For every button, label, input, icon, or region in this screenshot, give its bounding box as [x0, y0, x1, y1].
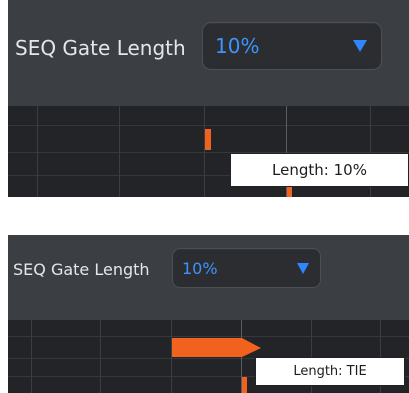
triangle-down-icon[interactable] — [297, 263, 309, 274]
seq-gate-length-panel-tie: SEQ Gate Length 10% Length: TIE — [8, 235, 409, 393]
seq-gate-length-label: SEQ Gate Length — [15, 36, 186, 60]
tied-note[interactable] — [172, 338, 262, 358]
dropdown-value: 10% — [182, 259, 218, 278]
gate-length-dropdown[interactable]: 10% — [172, 248, 321, 288]
grid-row-line — [8, 336, 409, 337]
seq-gate-length-panel-10-percent: SEQ Gate Length 10% Length: 10% — [8, 0, 409, 197]
length-tooltip: Length: 10% — [230, 153, 409, 187]
grid-column-line — [31, 320, 32, 393]
grid-column-line — [204, 106, 205, 197]
sequencer-note[interactable] — [242, 377, 247, 393]
seq-gate-length-label: SEQ Gate Length — [13, 260, 150, 279]
grid-column-line — [37, 106, 38, 197]
sequencer-note[interactable] — [287, 186, 292, 197]
length-tooltip: Length: TIE — [255, 357, 405, 386]
grid-row-line — [8, 125, 409, 126]
grid-column-line — [119, 106, 120, 197]
gate-length-dropdown[interactable]: 10% — [202, 22, 382, 70]
sequencer-note[interactable] — [205, 129, 211, 150]
grid-column-line — [100, 320, 101, 393]
triangle-down-icon[interactable] — [353, 40, 367, 52]
dropdown-value: 10% — [215, 34, 260, 58]
